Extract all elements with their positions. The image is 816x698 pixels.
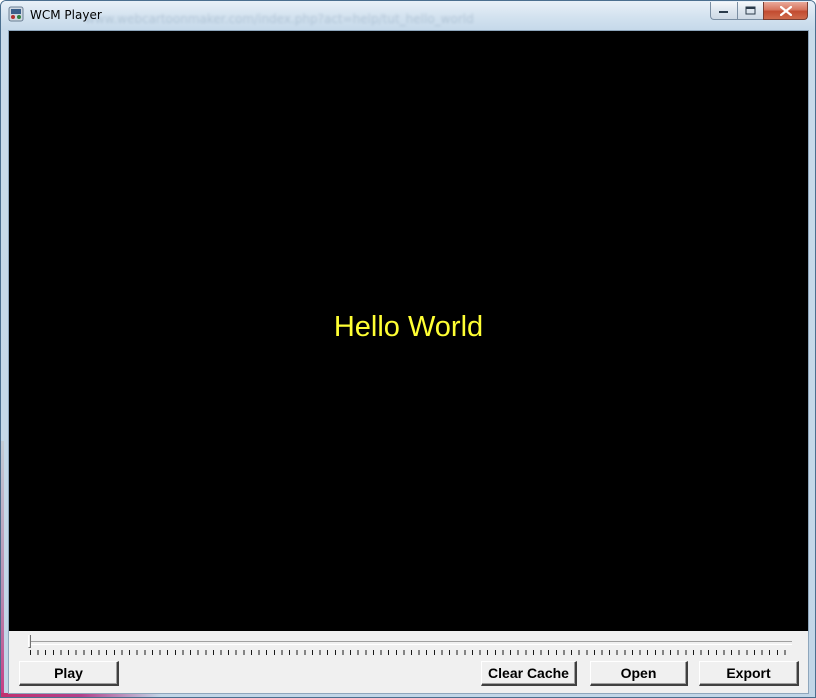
title-bar[interactable]: WCM Player www.webcartoonmaker.com/index…	[1, 1, 815, 30]
wcm-player-icon	[8, 6, 24, 22]
caption-buttons	[710, 2, 808, 21]
export-button[interactable]: Export	[699, 661, 799, 686]
timeline-thumb[interactable]	[28, 635, 31, 648]
app-window: WCM Player www.webcartoonmaker.com/index…	[0, 0, 816, 698]
player-stage[interactable]: Hello World	[9, 31, 808, 631]
open-button[interactable]: Open	[590, 661, 688, 686]
player-controls: Play Clear Cache Open Export	[9, 631, 808, 693]
background-url-ghost: www.webcartoonmaker.com/index.php?act=he…	[85, 12, 474, 26]
timeline-ticks	[30, 650, 792, 655]
minimize-icon	[719, 10, 728, 13]
maximize-icon	[745, 6, 755, 14]
client-area: Hello World Play Clear Cache Open Export	[8, 30, 809, 694]
clear-cache-button[interactable]: Clear Cache	[481, 661, 577, 686]
timeline-track[interactable]	[30, 641, 792, 645]
close-button[interactable]	[763, 2, 808, 20]
stage-text: Hello World	[333, 311, 484, 343]
close-icon	[779, 5, 792, 16]
maximize-button[interactable]	[737, 2, 763, 20]
play-button[interactable]: Play	[19, 661, 119, 686]
minimize-button[interactable]	[710, 2, 737, 20]
window-edge	[1, 441, 4, 697]
